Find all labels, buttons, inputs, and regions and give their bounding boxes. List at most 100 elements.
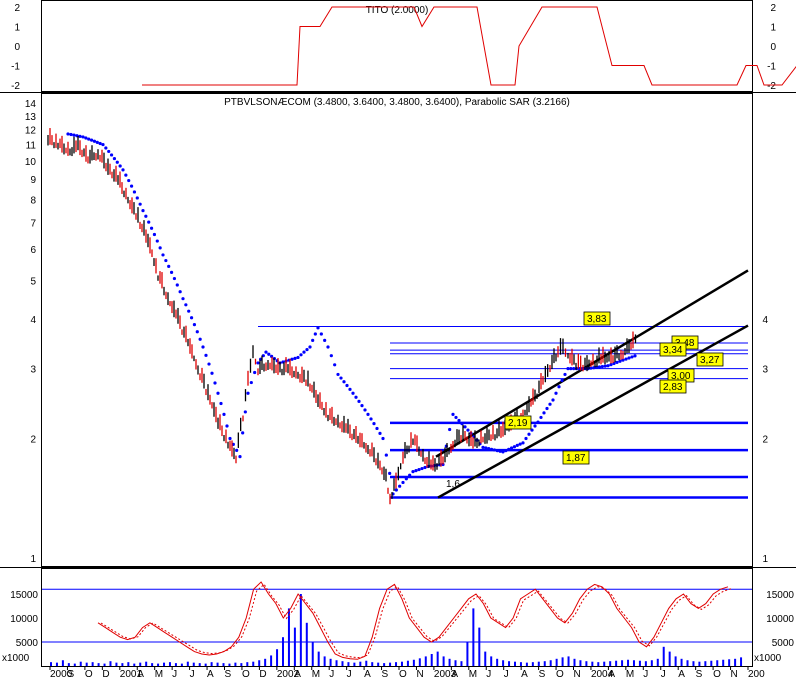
volume-bar xyxy=(335,660,338,666)
sar-dot xyxy=(184,303,188,307)
sar-dot xyxy=(384,453,388,457)
sar-dot xyxy=(158,246,162,250)
sar-dot xyxy=(198,337,202,341)
price-y-tick-label: 10 xyxy=(25,157,37,168)
volume-bar xyxy=(430,654,433,666)
sar-dot xyxy=(498,449,502,453)
sar-dot xyxy=(296,355,300,360)
volume-bar xyxy=(508,661,511,666)
volume-bar xyxy=(567,656,570,666)
tito-line xyxy=(142,6,796,86)
sar-dot xyxy=(378,431,382,435)
x-tick-label: A xyxy=(678,669,685,678)
x-tick-label: S xyxy=(67,669,74,678)
volume-bar xyxy=(210,662,213,666)
sar-dot xyxy=(189,316,194,320)
x-tick-label: J xyxy=(504,669,509,678)
volume-bar xyxy=(680,658,683,666)
sar-dot xyxy=(216,391,220,395)
price-y-tick-label: 7 xyxy=(30,219,36,230)
volume-bar xyxy=(353,662,356,666)
volume-bar xyxy=(234,662,237,666)
sar-dot xyxy=(404,477,408,481)
volume-bar xyxy=(466,642,469,666)
volume-bar xyxy=(615,660,618,666)
volume-bar xyxy=(502,660,505,666)
sar-dot xyxy=(533,424,537,428)
tito-y-tick-label: 1 xyxy=(14,23,20,34)
sar-dot xyxy=(524,436,528,441)
sar-dot xyxy=(507,447,511,451)
x-tick-label: D xyxy=(102,669,109,678)
sar-dot xyxy=(408,473,412,477)
sar-dot xyxy=(144,214,148,218)
sar-dot xyxy=(557,385,561,389)
sar-dot xyxy=(101,142,105,147)
sar-dot xyxy=(115,160,119,164)
sar-dot xyxy=(253,370,257,375)
sar-dot xyxy=(536,420,540,424)
price-y-tick-label-right: 2 xyxy=(762,434,768,445)
x-tick-label: A xyxy=(207,669,214,678)
sar-dot xyxy=(178,290,182,294)
sar-dot xyxy=(81,135,85,139)
volume-bar xyxy=(365,660,368,666)
volume-bar xyxy=(418,658,421,666)
sar-dot xyxy=(354,395,358,399)
sar-dot xyxy=(451,412,455,416)
sar-dot xyxy=(187,309,191,313)
channel-lines xyxy=(435,269,749,499)
sar-dot xyxy=(360,404,364,408)
volume-bar xyxy=(174,663,177,666)
price-y-tick-label-right: 4 xyxy=(762,315,768,326)
volume-bar xyxy=(115,662,118,666)
volume-bar xyxy=(359,661,362,666)
sar-dot xyxy=(542,411,546,415)
sar-dot xyxy=(366,412,370,416)
sar-dot xyxy=(213,381,217,385)
volume-bar xyxy=(424,656,427,666)
sar-dot xyxy=(501,450,505,454)
sar-dot xyxy=(308,345,312,349)
price-annotation-label: 3,34 xyxy=(663,345,683,356)
volume-bar xyxy=(377,662,380,666)
volume-bar xyxy=(621,660,624,666)
volume-bar xyxy=(305,622,308,666)
volume-bar xyxy=(133,663,136,666)
sar-dot xyxy=(398,484,402,488)
x-tick-label: A xyxy=(608,669,615,678)
sar-dot xyxy=(141,209,145,213)
volume-bar xyxy=(103,663,106,666)
volume-bar xyxy=(412,659,415,666)
x-tick-label: O xyxy=(556,669,564,678)
sar-dot xyxy=(606,364,610,368)
volume-bar xyxy=(692,661,695,666)
tito-y-tick-label-right: 0 xyxy=(770,42,776,53)
sar-dot xyxy=(326,345,330,349)
tito-y-ticks: 2 2 1 1 0 0 -1 -1 -2 -2 xyxy=(11,3,776,92)
price-y-tick-label: 8 xyxy=(30,195,36,206)
sar-dot xyxy=(112,156,117,161)
sar-dot xyxy=(181,297,185,301)
sar-dot xyxy=(589,366,593,370)
volume-bar xyxy=(531,662,534,666)
x-tick-label: O xyxy=(713,669,721,678)
sar-dot xyxy=(84,136,88,140)
volume-bars xyxy=(50,594,743,666)
sar-dot xyxy=(624,357,628,361)
sar-dot xyxy=(249,380,253,385)
price-series xyxy=(47,128,637,505)
sar-dot xyxy=(201,345,205,349)
volume-bar xyxy=(597,662,600,666)
sar-dot xyxy=(457,418,461,423)
price-annotation-label: 2,83 xyxy=(663,382,683,393)
volume-bar xyxy=(537,661,540,666)
volume-bar xyxy=(728,659,731,666)
sar-dot xyxy=(147,220,151,224)
price-y-tick-label: 12 xyxy=(25,126,37,137)
volume-bar xyxy=(627,659,630,666)
volume-bar xyxy=(632,660,635,666)
x-tick-label: J xyxy=(190,669,195,678)
price-y-tick-label: 4 xyxy=(30,315,36,326)
volume-bar xyxy=(496,658,499,666)
